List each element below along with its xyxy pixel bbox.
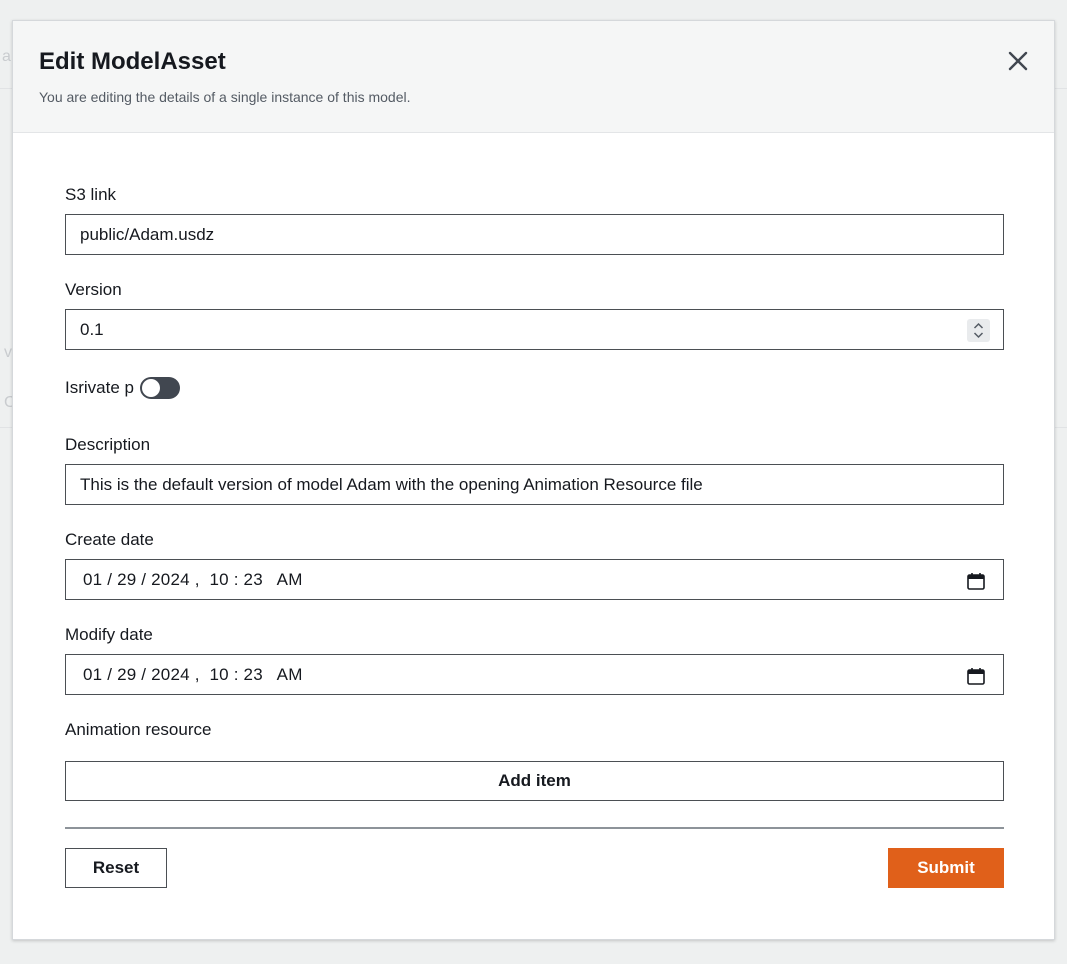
description-label: Description: [65, 435, 151, 454]
modal-header: Edit ModelAsset You are editing the deta…: [13, 21, 1054, 133]
toggle-knob: [141, 379, 160, 397]
add-item-button[interactable]: Add item: [65, 761, 1004, 801]
form-divider: [65, 827, 1004, 829]
modify-date-input[interactable]: 01 / 29 / 2024 , 10 : 23 AM: [65, 654, 1004, 695]
description-value: This is the default version of model Ada…: [80, 474, 703, 494]
s3-link-value: public/Adam.usdz: [80, 224, 215, 244]
version-label: Version: [65, 280, 122, 299]
submit-button[interactable]: Submit: [888, 848, 1004, 888]
modal-subtitle: You are editing the details of a single …: [39, 89, 411, 105]
create-date-input[interactable]: 01 / 29 / 2024 , 10 : 23 AM: [65, 559, 1004, 600]
modal-title: Edit ModelAsset: [39, 48, 226, 75]
is-private-row: Isrivate p: [65, 377, 180, 399]
edit-modal: Edit ModelAsset You are editing the deta…: [12, 20, 1055, 940]
version-stepper[interactable]: [967, 319, 990, 342]
create-date-label: Create date: [65, 530, 154, 549]
reset-button[interactable]: Reset: [65, 848, 167, 888]
background-fragment: v: [4, 344, 12, 361]
version-value: 0.1: [80, 319, 104, 339]
description-input[interactable]: This is the default version of model Ada…: [65, 464, 1004, 505]
background-fragment: a: [2, 48, 11, 65]
animation-resource-label: Animation resource: [65, 720, 212, 739]
s3-link-label: S3 link: [65, 185, 117, 204]
version-input[interactable]: 0.1: [65, 309, 1004, 350]
is-private-label: Isrivate p: [65, 378, 134, 397]
is-private-toggle[interactable]: [139, 377, 180, 399]
close-icon: [1008, 51, 1028, 71]
create-date-value: 01 / 29 / 2024 , 10 : 23 AM: [83, 569, 303, 589]
s3-link-input[interactable]: public/Adam.usdz: [65, 214, 1004, 255]
close-button[interactable]: [1006, 49, 1030, 73]
calendar-icon[interactable]: [966, 571, 986, 591]
modify-date-value: 01 / 29 / 2024 , 10 : 23 AM: [83, 664, 303, 684]
modify-date-label: Modify date: [65, 625, 153, 644]
spinner-icon: [973, 322, 984, 339]
calendar-icon[interactable]: [966, 666, 986, 686]
